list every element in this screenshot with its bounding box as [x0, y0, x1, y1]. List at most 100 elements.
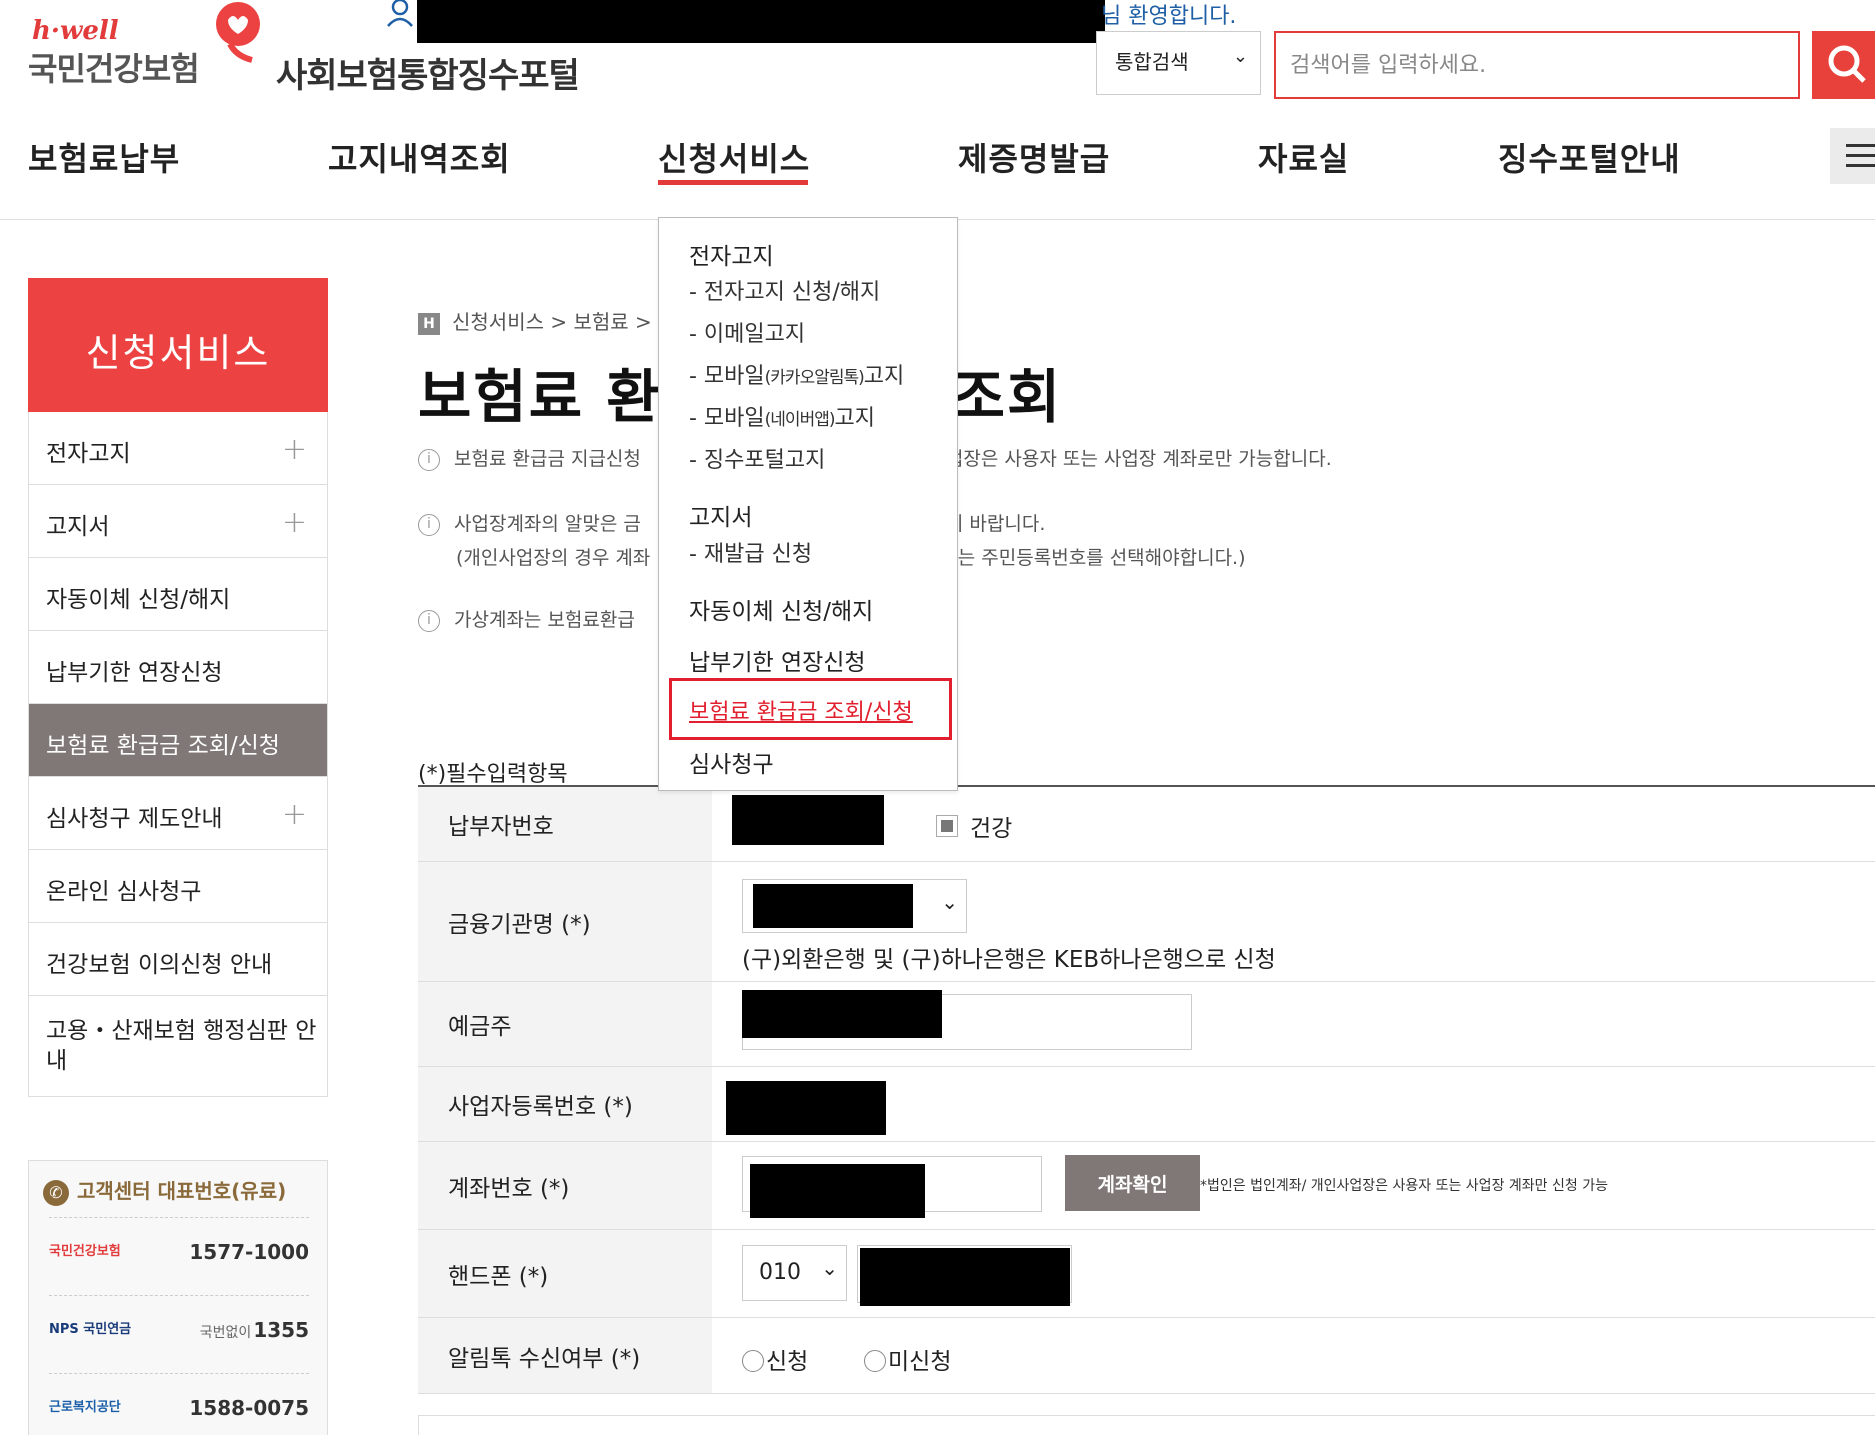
sidebar-item-label: 고용・산재보험 행정심판 안내	[46, 1018, 317, 1074]
label-depositor: 예금주	[418, 982, 712, 1066]
cs-row-nhis: 국민건강보험 1577-1000	[49, 1217, 309, 1295]
dd-review-claim[interactable]: 심사청구	[689, 745, 774, 779]
plus-icon[interactable]: +	[282, 797, 307, 832]
page-title-right: 조회	[951, 363, 1063, 431]
row-mobile: 핸드폰 (*) 010 ⌄	[418, 1230, 1875, 1318]
dd-auto-debit[interactable]: 자동이체 신청/해지	[689, 592, 873, 626]
dd-e-notice[interactable]: 전자고지	[689, 237, 774, 271]
nav-item-application-service[interactable]: 신청서비스	[658, 134, 810, 180]
notice-1-left: 보험료 환급금 지급신청	[454, 448, 641, 470]
cs-row-comwel: 근로복지공단 1588-0075	[49, 1373, 309, 1435]
sidebar-item-label: 보험료 환급금 조회/신청	[46, 733, 280, 759]
all-menu-button[interactable]	[1830, 128, 1875, 184]
chevron-down-icon: ⌄	[941, 890, 958, 914]
search-button[interactable]	[1812, 31, 1875, 99]
customer-center-title-text: 고객센터 대표번호(유료)	[77, 1179, 287, 1203]
dd-mobile-kakao-notice[interactable]: - 모바일(카카오알림톡)고지	[689, 358, 904, 390]
nav-item-payment[interactable]: 보험료납부	[28, 134, 180, 180]
label-payer-number: 납부자번호	[418, 787, 712, 861]
nav-item-resources[interactable]: 자료실	[1258, 134, 1349, 180]
sidebar-item-due-extension[interactable]: 납부기한 연장신청	[29, 631, 327, 704]
sidebar-item-label: 전자고지	[46, 441, 131, 467]
customer-center-box: ✆ 고객센터 대표번호(유료) 국민건강보험 1577-1000 NPS 국민연금…	[28, 1160, 328, 1435]
dd-mobile-kakao-b: (카카오알림톡)	[764, 368, 865, 388]
notice-2b-left: (개인사업장의 경우 계좌	[456, 547, 651, 569]
nav-item-certificates[interactable]: 제증명발급	[958, 134, 1110, 180]
cs-number-comwel: 1588-0075	[189, 1396, 309, 1420]
info-icon: i	[418, 513, 440, 536]
search-scope-select[interactable]: 통합검색 ⌄	[1096, 31, 1261, 95]
user-icon	[387, 0, 413, 27]
alimtalk-yes-radio[interactable]	[742, 1350, 764, 1372]
breadcrumb-text: 신청서비스 > 보험료 >	[452, 310, 652, 334]
dd-mobile-naver-a: - 모바일	[689, 406, 765, 431]
notice-1-right: 업장은 사용자 또는 사업장 계좌로만 가능합니다.	[945, 448, 1332, 470]
logo-hwell-text: h·well	[32, 16, 119, 46]
dd-portal-notice[interactable]: - 징수포털고지	[689, 442, 825, 474]
search-scope-value: 통합검색	[1115, 50, 1189, 74]
label-alimtalk: 알림톡 수신여부 (*)	[418, 1318, 712, 1393]
nav-item-bill-inquiry[interactable]: 고지내역조회	[328, 134, 511, 180]
search-icon	[1828, 45, 1866, 83]
redacted-phone-number	[860, 1248, 1070, 1306]
plus-icon[interactable]: +	[282, 505, 307, 540]
sidebar-item-label: 온라인 심사청구	[46, 879, 202, 905]
label-account-number: 계좌번호 (*)	[418, 1142, 712, 1229]
dd-refund[interactable]: 보험료 환급금 조회/신청	[689, 694, 913, 726]
phone-prefix-select[interactable]: 010 ⌄	[742, 1245, 847, 1301]
redacted-bank-name	[753, 884, 913, 928]
cs-prefix-nps: 국번없이	[199, 1325, 252, 1341]
dd-bill[interactable]: 고지서	[689, 498, 752, 532]
welcome-text: 님 환영합니다.	[1101, 4, 1237, 29]
account-note: *법인은 법인계좌/ 개인사업장은 사용자 또는 사업장 계좌만 신청 가능	[1200, 1178, 1608, 1194]
redacted-business-number	[726, 1081, 886, 1135]
sidebar-menu: 전자고지 + 고지서 + 자동이체 신청/해지 납부기한 연장신청 보험료 환급…	[28, 412, 328, 1097]
bank-select[interactable]: ⌄	[742, 879, 967, 933]
verify-account-button[interactable]: 계좌확인	[1065, 1155, 1200, 1211]
refund-form: 납부자번호 건강 금융기관명 (*) ⌄ (구)외환은행 및 (구)하나은행은 …	[418, 785, 1875, 1394]
sidebar-item-objection-guide[interactable]: 건강보험 이의신청 안내	[29, 923, 327, 996]
plus-icon[interactable]: +	[282, 432, 307, 467]
sidebar-item-auto-debit[interactable]: 자동이체 신청/해지	[29, 558, 327, 631]
nav-item-portal-guide[interactable]: 징수포털안내	[1498, 134, 1681, 180]
redacted-username	[417, 0, 1105, 43]
row-alimtalk: 알림톡 수신여부 (*) 신청 미신청	[418, 1318, 1875, 1394]
dd-email-notice[interactable]: - 이메일고지	[689, 316, 805, 348]
alimtalk-no-radio[interactable]	[864, 1350, 886, 1372]
phone-icon: ✆	[43, 1179, 69, 1206]
breadcrumb: H 신청서비스 > 보험료 >	[418, 306, 652, 335]
sidebar-item-refund[interactable]: 보험료 환급금 조회/신청	[29, 704, 327, 777]
dd-due-extension[interactable]: 납부기한 연장신청	[689, 643, 866, 677]
main-nav: 보험료납부 고지내역조회 신청서비스 제증명발급 자료실 징수포털안내	[0, 128, 1875, 220]
row-payer-number: 납부자번호 건강	[418, 787, 1875, 862]
dd-bill-reissue[interactable]: - 재발급 신청	[689, 536, 812, 568]
row-depositor: 예금주	[418, 982, 1875, 1067]
dd-mobile-naver-notice[interactable]: - 모바일(네이버앱)고지	[689, 400, 875, 432]
sidebar-item-online-review[interactable]: 온라인 심사청구	[29, 850, 327, 923]
cs-number-nps-value: 1355	[253, 1318, 309, 1342]
redacted-depositor	[742, 990, 942, 1038]
search-input[interactable]	[1274, 31, 1800, 99]
row-bank: 금융기관명 (*) ⌄ (구)외환은행 및 (구)하나은행은 KEB하나은행으로…	[418, 862, 1875, 982]
sidebar-item-admin-appeal[interactable]: 고용・산재보험 행정심판 안내	[29, 996, 327, 1097]
sidebar-item-bill[interactable]: 고지서 +	[29, 485, 327, 558]
health-checkbox[interactable]	[936, 815, 958, 837]
info-icon: i	[418, 448, 440, 471]
customer-center-title: ✆ 고객센터 대표번호(유료)	[43, 1175, 286, 1206]
sidebar-item-e-notice[interactable]: 전자고지 +	[29, 412, 327, 485]
sidebar-item-label: 자동이체 신청/해지	[46, 587, 231, 613]
notice-2b-right: 또는 주민등록번호를 선택해야합니다.)	[940, 547, 1246, 569]
cs-row-nps: NPS 국민연금 국번없이 1355	[49, 1295, 309, 1373]
dd-mobile-naver-b: (네이버앱)	[764, 410, 836, 430]
home-icon[interactable]: H	[418, 312, 440, 335]
portal-name: 사회보험통합징수포털	[276, 56, 580, 96]
notice-3-left: 가상계좌는 보험료환급	[454, 609, 635, 631]
dd-e-notice-apply[interactable]: - 전자고지 신청/해지	[689, 274, 880, 306]
hamburger-icon	[1846, 144, 1875, 167]
page-title-left: 보험료 환	[418, 363, 662, 431]
row-business-number: 사업자등록번호 (*)	[418, 1067, 1875, 1142]
sidebar-item-review-guide[interactable]: 심사청구 제도안내 +	[29, 777, 327, 850]
notice-2-right: 기 바랍니다.	[945, 513, 1046, 535]
row-account-number: 계좌번호 (*) 계좌확인 *법인은 법인계좌/ 개인사업장은 사용자 또는 사…	[418, 1142, 1875, 1230]
cs-org-nhis: 국민건강보험	[49, 1244, 121, 1259]
